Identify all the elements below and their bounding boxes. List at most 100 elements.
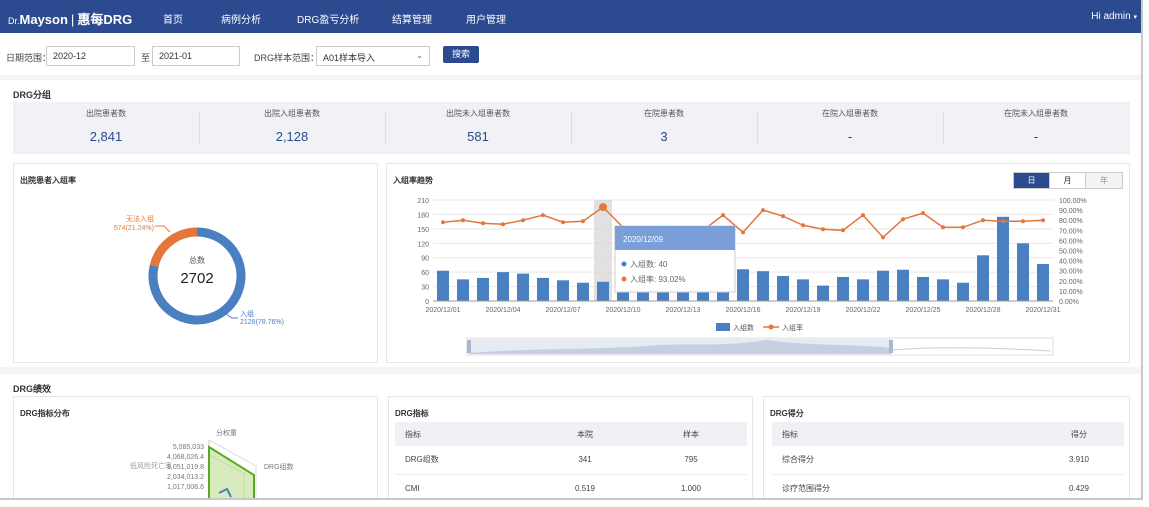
table-header-row: 指标 本院 样本 [395,422,747,446]
date-to-input[interactable] [152,46,240,66]
bar[interactable] [617,292,629,301]
rate-point[interactable] [1001,219,1005,224]
rate-point[interactable] [741,230,745,235]
cell: 3.910 [1034,446,1124,475]
bar[interactable] [717,292,729,301]
drg-score-card: DRG得分 指标 得分 综合得分 3.910 诊疗范围得分 0.429 [763,396,1130,498]
drg-group-title: DRG分组 [13,90,51,100]
bar[interactable] [817,285,829,301]
bar[interactable] [777,275,789,301]
bar[interactable] [457,279,469,301]
rate-point[interactable] [481,221,485,226]
rate-point[interactable] [941,225,945,230]
rate-point[interactable] [981,218,985,223]
nav-item-case-analysis[interactable]: 病例分析 [221,11,261,26]
tooltip-date: 2020/12/09 [623,235,664,244]
legend-swatch-count[interactable] [716,323,730,331]
bar[interactable] [537,277,549,301]
col-header: 样本 [635,422,747,446]
rate-point[interactable] [841,228,845,233]
bar[interactable] [477,277,489,301]
bar[interactable] [1037,263,1049,301]
bar[interactable] [597,281,609,301]
rate-point[interactable] [861,213,865,218]
bar[interactable] [977,255,989,301]
nav-item-home[interactable]: 首页 [163,11,183,26]
bar[interactable] [997,216,1009,301]
rate-point[interactable] [461,218,465,223]
rate-point[interactable] [1041,218,1045,223]
rate-point[interactable] [561,220,565,225]
rate-point[interactable] [599,203,607,212]
bar[interactable] [837,276,849,301]
stat-discharged: 出院患者数 2,841 [13,102,199,154]
rate-point[interactable] [1021,219,1025,224]
bar[interactable] [517,273,529,301]
rate-point[interactable] [541,213,545,218]
rate-point[interactable] [961,225,965,230]
rate-point[interactable] [921,211,925,216]
logo[interactable]: Dr.Mayson | 惠每DRG [8,9,132,28]
y-left-tick-label: 90 [421,256,429,263]
sample-range-select[interactable]: A01样本导入 ⌄ [316,46,430,66]
rate-point[interactable] [761,208,765,213]
zoom-handle-right[interactable] [889,340,893,353]
nav-item-user-mgmt[interactable]: 用户管理 [466,11,506,26]
bar[interactable] [677,292,689,301]
y-left-tick-label: 210 [417,198,429,205]
legend-rate-label[interactable]: 入组率 [782,323,803,332]
bar[interactable] [697,292,709,301]
bar[interactable] [917,276,929,301]
bar[interactable] [957,282,969,301]
cell: 综合得分 [772,446,1034,475]
bar[interactable] [897,269,909,301]
rate-point[interactable] [781,214,785,219]
rate-point[interactable] [501,222,505,227]
drg-performance-title: DRG绩效 [13,384,51,394]
stat-value: - [847,129,853,144]
bar[interactable] [637,292,649,301]
bar[interactable] [877,270,889,301]
rate-point[interactable] [521,218,525,223]
bar[interactable] [497,272,509,301]
y-left-tick-label: 0 [425,299,429,306]
cell: CMI [395,474,535,498]
bar[interactable] [857,279,869,301]
zoom-handle-left[interactable] [467,340,471,353]
table-row: 综合得分 3.910 [772,446,1124,475]
rate-line [442,206,1044,242]
bar[interactable] [757,271,769,301]
nav-item-drg-profit[interactable]: DRG盈亏分析 [297,11,359,26]
donut-center-value: 2702 [180,270,213,287]
donut-chart: 总数 2702 无法入组 574(21.24%) 入组 2128(78.76%) [114,214,284,326]
bar[interactable] [937,279,949,301]
logo-prefix: Dr. [8,16,20,26]
bar[interactable] [1017,243,1029,301]
date-from-input[interactable] [46,46,135,66]
nav-item-settlement[interactable]: 结算管理 [392,11,432,26]
rate-point[interactable] [581,219,585,224]
bar[interactable] [577,282,589,301]
legend-count-label[interactable]: 入组数 [733,323,754,332]
table-row: DRG组数 341 795 [395,446,747,475]
radar-tick: 4,068,026.4 [167,454,204,461]
bar[interactable] [657,292,669,301]
radar-chart: 分权重 DRG组数 低风险死亡率 5,085,033 4,068,026.4 3… [130,428,294,498]
bar[interactable] [437,270,449,301]
rate-point[interactable] [821,227,825,232]
search-button[interactable]: 搜索 [443,46,479,63]
stats-strip: 出院患者数 2,841 出院入组患者数 2,128 出院未入组患者数 581 在… [13,102,1130,154]
rate-point[interactable] [441,220,445,225]
rate-point[interactable] [881,235,885,240]
bar[interactable] [737,269,749,301]
rate-point[interactable] [901,217,905,222]
stat-inpatient: 在院患者数 3 [571,102,757,154]
bar[interactable] [797,279,809,301]
rate-point[interactable] [721,213,725,218]
rate-point[interactable] [801,223,805,228]
slice-leader-line [155,225,171,233]
user-menu[interactable]: Hi admin ▾ [1091,11,1137,22]
bar[interactable] [557,280,569,301]
x-tick-label: 2020/12/10 [605,307,640,314]
cell: 诊疗范围得分 [772,474,1034,498]
